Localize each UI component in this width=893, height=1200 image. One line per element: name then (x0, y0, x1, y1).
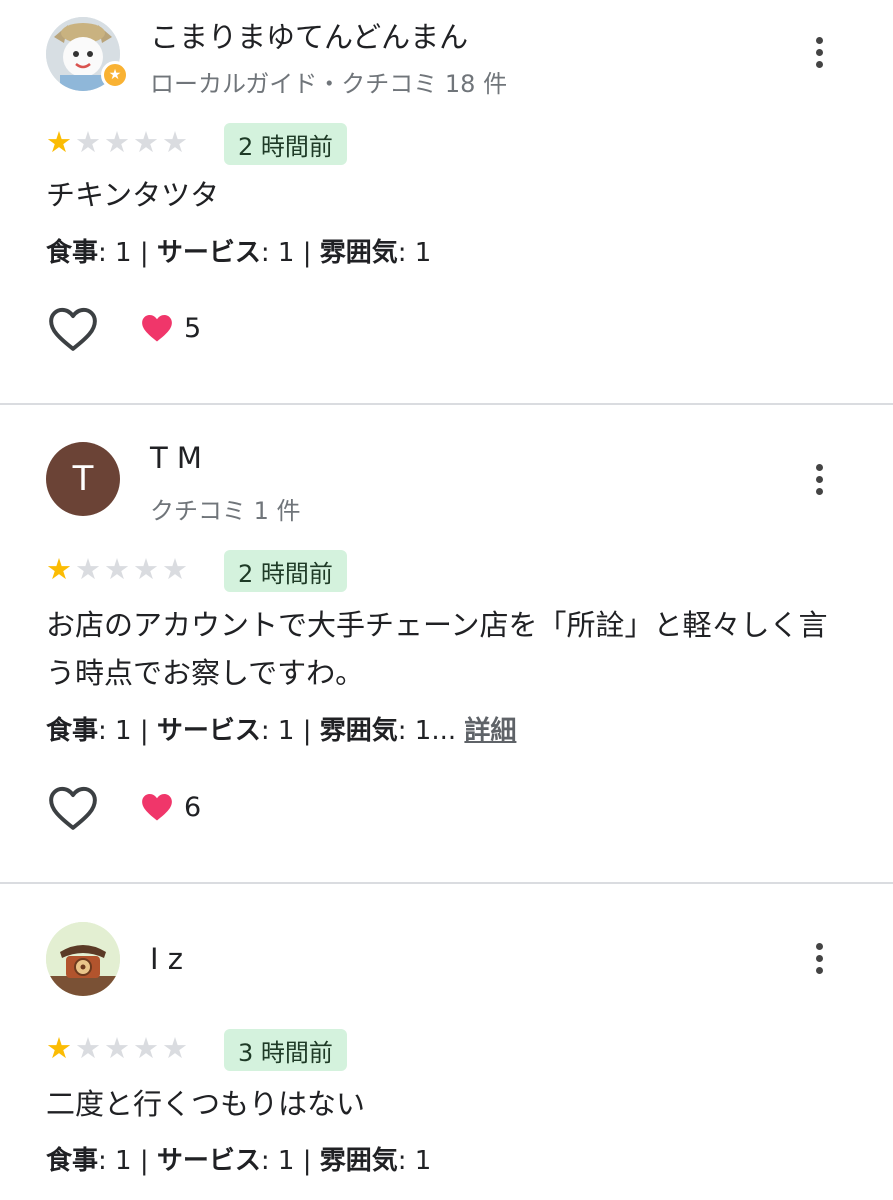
rating-service-value: : 1 | (260, 1146, 320, 1176)
star-rating: ★ ★ ★ ★ ★ (46, 555, 188, 584)
more-dot (815, 475, 823, 483)
more-dot (815, 954, 823, 962)
reviewer-meta: クチコミ 1 件 (150, 497, 301, 525)
review-time-badge: 3 時間前 (224, 1029, 347, 1071)
more-dot (815, 487, 823, 495)
avatar[interactable] (46, 922, 120, 996)
rating-food-label: 食事 (46, 238, 99, 268)
star-icon: ★ (162, 125, 188, 159)
avatar[interactable]: T (46, 442, 120, 516)
rating-service-label: サービス (156, 716, 261, 746)
like-button[interactable] (48, 306, 98, 352)
review-text: 二度と行くつもりはない (46, 1087, 366, 1121)
more-vert-icon (815, 463, 823, 471)
star-icon: ★ (133, 125, 159, 159)
star-icon: ★ (75, 552, 101, 586)
more-vert-icon (815, 36, 823, 44)
reviewer-name[interactable]: I z (150, 942, 183, 976)
rating-service-label: サービス (156, 1146, 261, 1176)
rating-atmosphere-label: 雰囲気 (319, 1146, 398, 1176)
heart-icon (142, 793, 172, 821)
star-icon: ★ (162, 1031, 188, 1065)
review-sub-ratings: 食事: 1 | サービス: 1 | 雰囲気: 1... 詳細 (46, 710, 516, 747)
review-card: I z ★ ★ ★ ★ ★ 3 時間前 二度と行くつもりはない 食事: 1 | サービス… (0, 884, 893, 1200)
telephone-avatar-icon (46, 922, 120, 996)
rating-service-label: サービス (156, 238, 261, 268)
review-card: ★ こまりまゆてんどんまん ローカルガイド・クチコミ 18 件 ★ ★ ★ ★ ★ 2 … (0, 0, 893, 404)
star-icon: ★ (46, 552, 72, 586)
like-count-value: 5 (184, 312, 202, 344)
rating-atmosphere-value: : 1 (397, 1146, 432, 1176)
rating-service-value: : 1 | (260, 716, 320, 746)
rating-atmosphere-label: 雰囲気 (319, 238, 398, 268)
review-text: お店のアカウントで大手チェーン店を「所詮」と軽々しく言う時点でお察しですわ。 (46, 608, 828, 690)
star-rating: ★ ★ ★ ★ ★ (46, 1034, 188, 1063)
star-icon: ★ (133, 552, 159, 586)
star-icon: ★ (75, 125, 101, 159)
more-options-button[interactable] (800, 457, 838, 501)
star-icon: ★ (46, 1031, 72, 1065)
reviewer-name[interactable]: T M (150, 441, 202, 475)
details-link[interactable]: 詳細 (464, 716, 516, 746)
like-count-value: 6 (184, 791, 202, 823)
heart-icon (142, 314, 172, 342)
more-vert-icon (815, 942, 823, 950)
heart-outline-icon (49, 307, 97, 351)
rating-atmosphere-label: 雰囲気 (319, 716, 398, 746)
reaction-count: 5 (140, 312, 201, 344)
reviewer-name[interactable]: こまりまゆてんどんまん (150, 14, 468, 56)
star-icon: ★ (104, 552, 130, 586)
more-dot (815, 48, 823, 56)
review-sub-ratings: 食事: 1 | サービス: 1 | 雰囲気: 1 (46, 1140, 431, 1177)
rating-atmosphere-value: : 1... (397, 716, 457, 746)
review-sub-ratings: 食事: 1 | サービス: 1 | 雰囲気: 1 (46, 232, 431, 269)
star-icon: ★ (75, 1031, 101, 1065)
local-guide-badge-icon: ★ (101, 61, 129, 89)
more-dot (815, 60, 823, 68)
more-dot (815, 966, 823, 974)
review-card: T T M クチコミ 1 件 ★ ★ ★ ★ ★ 2 時間前 お店のアカウントで大手チェ… (0, 405, 893, 883)
star-icon: ★ (104, 1031, 130, 1065)
avatar-letter: T (72, 459, 94, 499)
star-icon: ★ (133, 1031, 159, 1065)
reviewer-meta: ローカルガイド・クチコミ 18 件 (150, 70, 508, 98)
rating-food-label: 食事 (46, 1146, 99, 1176)
more-options-button[interactable] (800, 30, 838, 74)
rating-food-label: 食事 (46, 716, 99, 746)
star-icon: ★ (104, 125, 130, 159)
review-time-badge: 2 時間前 (224, 123, 347, 165)
star-icon: ★ (46, 125, 72, 159)
star-rating: ★ ★ ★ ★ ★ (46, 128, 188, 157)
rating-atmosphere-value: : 1 (397, 238, 432, 268)
rating-food-value: : 1 | (98, 716, 157, 746)
rating-service-value: : 1 | (260, 238, 320, 268)
heart-outline-icon (49, 786, 97, 830)
more-options-button[interactable] (800, 936, 838, 980)
reaction-count: 6 (140, 791, 201, 823)
review-time-badge: 2 時間前 (224, 550, 347, 592)
review-text: チキンタツタ (46, 178, 220, 212)
rating-food-value: : 1 | (98, 1146, 157, 1176)
rating-food-value: : 1 | (98, 238, 157, 268)
like-button[interactable] (48, 785, 98, 831)
star-icon: ★ (162, 552, 188, 586)
